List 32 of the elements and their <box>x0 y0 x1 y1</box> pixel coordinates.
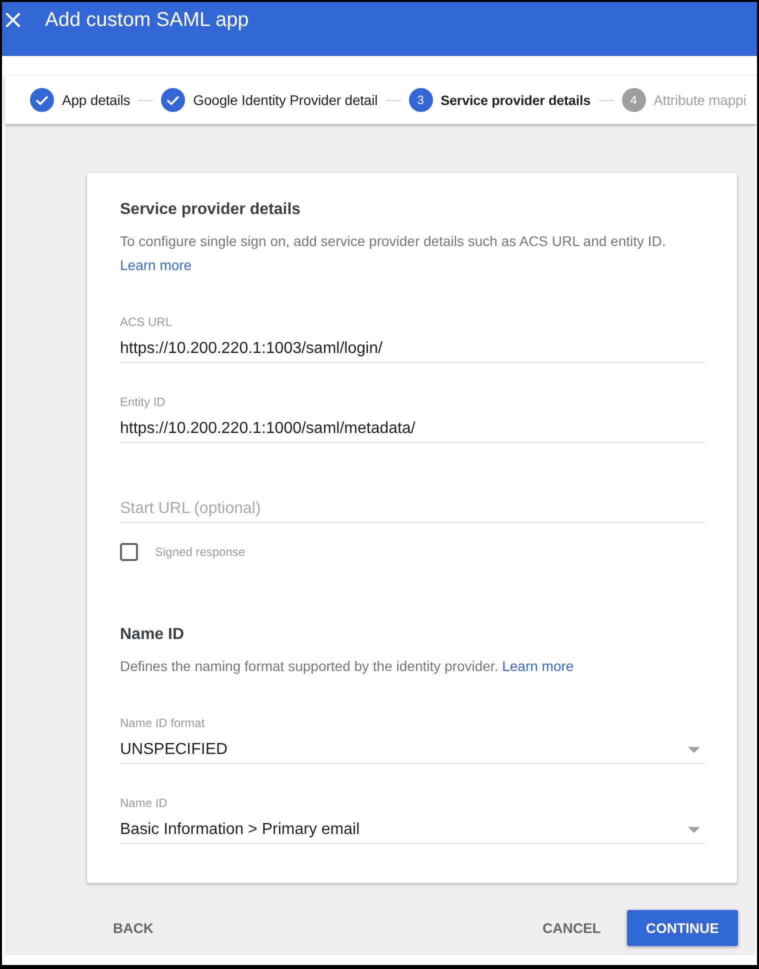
field-label: ACS URL <box>120 314 174 330</box>
step-label[interactable]: Attribute mappi <box>654 92 746 108</box>
step-label[interactable]: Google Identity Provider detail <box>193 92 378 108</box>
step-number[interactable]: 4 <box>622 88 646 112</box>
checkbox[interactable] <box>120 543 138 561</box>
section-description: To configure single sign on, add service provider details such as ACS URL and entity ID. Learn more <box>120 232 667 275</box>
close-icon[interactable] <box>6 13 20 27</box>
dropdown-field[interactable]: UNSPECIFIED <box>120 738 705 764</box>
learn-more-link[interactable]: Learn more <box>502 658 574 674</box>
checkbox-label: Signed response <box>155 545 246 559</box>
learn-more-link[interactable]: Learn more <box>120 257 192 273</box>
text-field[interactable]: Start URL (optional) <box>120 497 705 523</box>
caret-icon <box>688 827 700 833</box>
step-number[interactable]: 3 <box>408 88 433 112</box>
dropdown-field[interactable]: Basic Information > Primary email <box>120 818 705 844</box>
primary-button[interactable]: CONTINUE <box>626 910 738 946</box>
section-description: Defines the naming format supported by the identity provider. Learn more <box>120 657 575 676</box>
field-label: Name ID format <box>120 715 206 731</box>
caret-icon <box>688 747 700 753</box>
text-field[interactable]: https://10.200.220.1:1003/saml/login/ <box>120 337 705 363</box>
step-label[interactable]: App details <box>62 92 130 108</box>
text-button[interactable]: CANCEL <box>526 910 617 946</box>
dialog-title: Add custom SAML app <box>45 8 249 33</box>
section-title: Service provider details <box>120 200 302 220</box>
check-circle-icon[interactable] <box>161 88 186 112</box>
section-title: Name ID <box>120 625 186 645</box>
check-circle-icon[interactable] <box>30 88 54 112</box>
step-label[interactable]: Service provider details <box>440 92 591 108</box>
field-label: Entity ID <box>120 394 166 410</box>
field-label: Name ID <box>120 795 168 811</box>
text-button[interactable]: BACK <box>97 910 170 946</box>
text-field[interactable]: https://10.200.220.1:1000/saml/metadata/ <box>120 417 705 443</box>
